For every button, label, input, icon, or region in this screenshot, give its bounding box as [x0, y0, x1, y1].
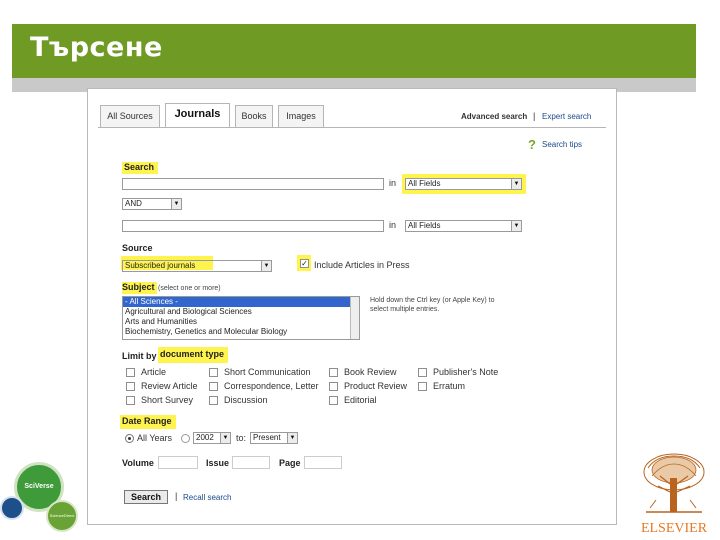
doctype-label: document type: [158, 347, 229, 363]
doctype-checkbox[interactable]: [126, 382, 135, 391]
tab-images[interactable]: Images: [278, 105, 324, 127]
subject-hint: (select one or more): [158, 285, 221, 292]
include-in-press-label: Include Articles in Press: [314, 260, 410, 270]
doctype-option-label: Review Article: [141, 381, 198, 391]
issue-input[interactable]: [232, 456, 270, 469]
advanced-search-link[interactable]: Advanced search: [461, 112, 527, 121]
help-icon[interactable]: ?: [528, 137, 536, 152]
to-year-select[interactable]: Present ▼: [250, 432, 298, 444]
doctype-option-label: Short Communication: [224, 367, 311, 377]
to-label: to:: [236, 433, 247, 443]
doctype-checkbox[interactable]: [209, 396, 218, 405]
chevron-down-icon: ▼: [287, 433, 297, 443]
sciencedirect-logo: ScienceDirect: [46, 500, 78, 532]
subject-scrollbar[interactable]: [350, 297, 359, 339]
volume-input[interactable]: [158, 456, 198, 469]
doctype-checkbox[interactable]: [329, 368, 338, 377]
slide-title: Търсене: [30, 32, 163, 63]
doctype-checkbox[interactable]: [418, 368, 427, 377]
page-label: Page: [279, 458, 301, 468]
recall-search-link[interactable]: Recall search: [183, 493, 231, 502]
field-select-2[interactable]: All Fields ▼: [405, 220, 522, 232]
doctype-checkbox[interactable]: [209, 382, 218, 391]
field-select-1-value: All Fields: [408, 179, 441, 188]
doctype-option-label: Discussion: [224, 395, 268, 405]
subject-note: Hold down the Ctrl key (or Apple Key) to…: [370, 297, 495, 313]
chevron-down-icon: ▼: [511, 179, 521, 189]
doctype-checkbox[interactable]: [209, 368, 218, 377]
include-in-press-checkbox[interactable]: ✓: [300, 259, 309, 268]
to-year-value: Present: [253, 433, 281, 442]
doctype-checkbox[interactable]: [329, 396, 338, 405]
issue-label: Issue: [206, 458, 230, 468]
page-input[interactable]: [304, 456, 342, 469]
source-select-value: Subscribed journals: [125, 261, 196, 270]
operator-select[interactable]: AND ▼: [122, 198, 182, 210]
doctype-checkbox[interactable]: [126, 368, 135, 377]
link-separator: |: [533, 111, 536, 121]
tab-divider: [98, 127, 606, 128]
search-button[interactable]: Search: [124, 490, 168, 504]
volume-label: Volume: [122, 458, 154, 468]
radio-dot-icon: [128, 437, 131, 440]
search-label: Search: [122, 162, 159, 174]
subject-listbox[interactable]: - All Sciences - Agricultural and Biolog…: [122, 296, 360, 340]
doctype-option-label: Book Review: [344, 367, 397, 377]
search-tips-link[interactable]: Search tips: [542, 140, 582, 149]
all-years-radio[interactable]: [125, 434, 134, 443]
elsevier-wordmark: ELSEVIER: [640, 521, 708, 536]
tab-all-sources[interactable]: All Sources: [100, 105, 160, 127]
source-select[interactable]: Subscribed journals ▼: [122, 260, 272, 272]
subject-option[interactable]: Biochemistry, Genetics and Molecular Bio…: [123, 327, 359, 337]
search-term-input-2[interactable]: [122, 220, 384, 232]
from-year-value: 2002: [196, 433, 214, 442]
tab-journals[interactable]: Journals: [165, 103, 230, 127]
doctype-option-label: Short Survey: [141, 395, 194, 405]
sciverse-logo-text: SciVerse: [24, 483, 54, 490]
blue-orb-logo: [0, 496, 24, 520]
action-separator: |: [175, 491, 178, 501]
expert-search-link[interactable]: Expert search: [542, 112, 591, 121]
subject-option[interactable]: Agricultural and Biological Sciences: [123, 307, 359, 317]
all-years-label: All Years: [137, 433, 173, 443]
chevron-down-icon: ▼: [220, 433, 230, 443]
operator-select-value: AND: [125, 199, 142, 208]
date-range-label: Date Range: [120, 415, 176, 429]
doctype-checkbox[interactable]: [126, 396, 135, 405]
in-label-2: in: [389, 220, 397, 230]
in-label: in: [389, 178, 397, 188]
subject-option[interactable]: - All Sciences -: [123, 297, 359, 307]
tab-books[interactable]: Books: [235, 105, 273, 127]
elsevier-tree-icon: [636, 450, 712, 522]
search-form-panel: All Sources Journals Books Images Advanc…: [87, 88, 617, 525]
doctype-checkbox[interactable]: [418, 382, 427, 391]
doctype-label-prefix: Limit by: [122, 351, 157, 361]
doctype-option-label: Article: [141, 367, 167, 377]
from-year-select[interactable]: 2002 ▼: [193, 432, 231, 444]
year-range-radio[interactable]: [181, 434, 190, 443]
field-select-1[interactable]: All Fields ▼: [405, 178, 522, 190]
doctype-option-label: Product Review: [344, 381, 408, 391]
doctype-option-label: Editorial: [344, 395, 377, 405]
source-label: Source: [122, 243, 153, 253]
doctype-option-label: Publisher's Note: [433, 367, 499, 377]
sciencedirect-logo-text: ScienceDirect: [49, 513, 75, 518]
search-term-input-1[interactable]: [122, 178, 384, 190]
chevron-down-icon: ▼: [511, 221, 521, 231]
subject-label: Subject: [122, 282, 157, 294]
subject-option[interactable]: Arts and Humanities: [123, 317, 359, 327]
doctype-option-label: Correspondence, Letter: [224, 381, 319, 391]
field-select-2-value: All Fields: [408, 221, 441, 230]
chevron-down-icon: ▼: [171, 199, 181, 209]
chevron-down-icon: ▼: [261, 261, 271, 271]
doctype-option-label: Erratum: [433, 381, 466, 391]
doctype-checkbox[interactable]: [329, 382, 338, 391]
